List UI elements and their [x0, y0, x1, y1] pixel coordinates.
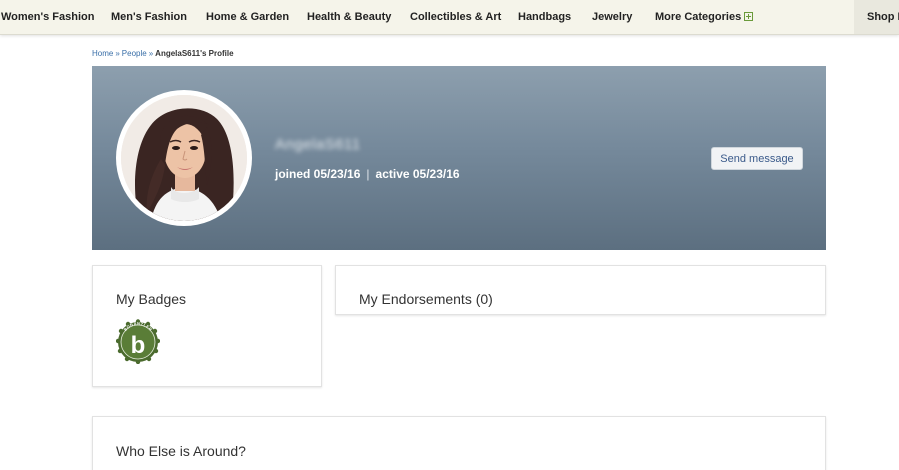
send-message-button[interactable]: Send message	[711, 147, 803, 170]
nav-home-garden[interactable]: Home & Garden	[206, 0, 289, 34]
badge-letter: b	[131, 332, 146, 359]
badges-card: My Badges BONANZLER b	[92, 265, 322, 387]
nav-shop-button[interactable]: Shop B	[854, 0, 899, 34]
nav-handbags[interactable]: Handbags	[518, 0, 571, 34]
nav-womens-fashion[interactable]: Women's Fashion	[1, 0, 94, 34]
meta-divider: |	[366, 167, 370, 181]
joined-date: joined 05/23/16	[275, 167, 361, 181]
breadcrumb-separator: »	[148, 49, 154, 58]
breadcrumb-separator: »	[115, 49, 120, 58]
breadcrumb: Home» People» AngelaS611's Profile	[92, 49, 234, 58]
breadcrumb-current: AngelaS611's Profile	[155, 49, 234, 58]
avatar-photo	[121, 95, 247, 221]
endorsements-card: My Endorsements (0)	[335, 265, 826, 315]
nav-more-categories[interactable]: More Categories	[655, 0, 754, 34]
active-date: active 05/23/16	[375, 167, 460, 181]
nav-jewelry[interactable]: Jewelry	[592, 0, 632, 34]
profile-username: AngelaS611	[275, 136, 361, 153]
nav-health-beauty[interactable]: Health & Beauty	[307, 0, 391, 34]
nav-collectibles-art[interactable]: Collectibles & Art	[410, 0, 501, 34]
avatar	[116, 90, 252, 226]
badges-title: My Badges	[116, 291, 187, 307]
endorsements-title: My Endorsements (0)	[359, 291, 493, 307]
profile-meta: joined 05/23/16 | active 05/23/16	[275, 167, 460, 181]
bonanzler-badge-icon[interactable]: BONANZLER b	[116, 318, 160, 364]
who-else-around-card: Who Else is Around?	[92, 416, 826, 470]
nav-mens-fashion[interactable]: Men's Fashion	[111, 0, 187, 34]
who-else-around-title: Who Else is Around?	[116, 443, 246, 459]
breadcrumb-home-link[interactable]: Home	[92, 49, 113, 58]
breadcrumb-people-link[interactable]: People	[122, 49, 147, 58]
plus-box-icon	[744, 12, 754, 21]
category-nav: Women's Fashion Men's Fashion Home & Gar…	[0, 0, 899, 35]
profile-banner: AngelaS611 joined 05/23/16 | active 05/23/…	[92, 66, 826, 250]
avatar-portrait-image	[121, 95, 247, 221]
nav-more-categories-label: More Categories	[655, 11, 742, 23]
